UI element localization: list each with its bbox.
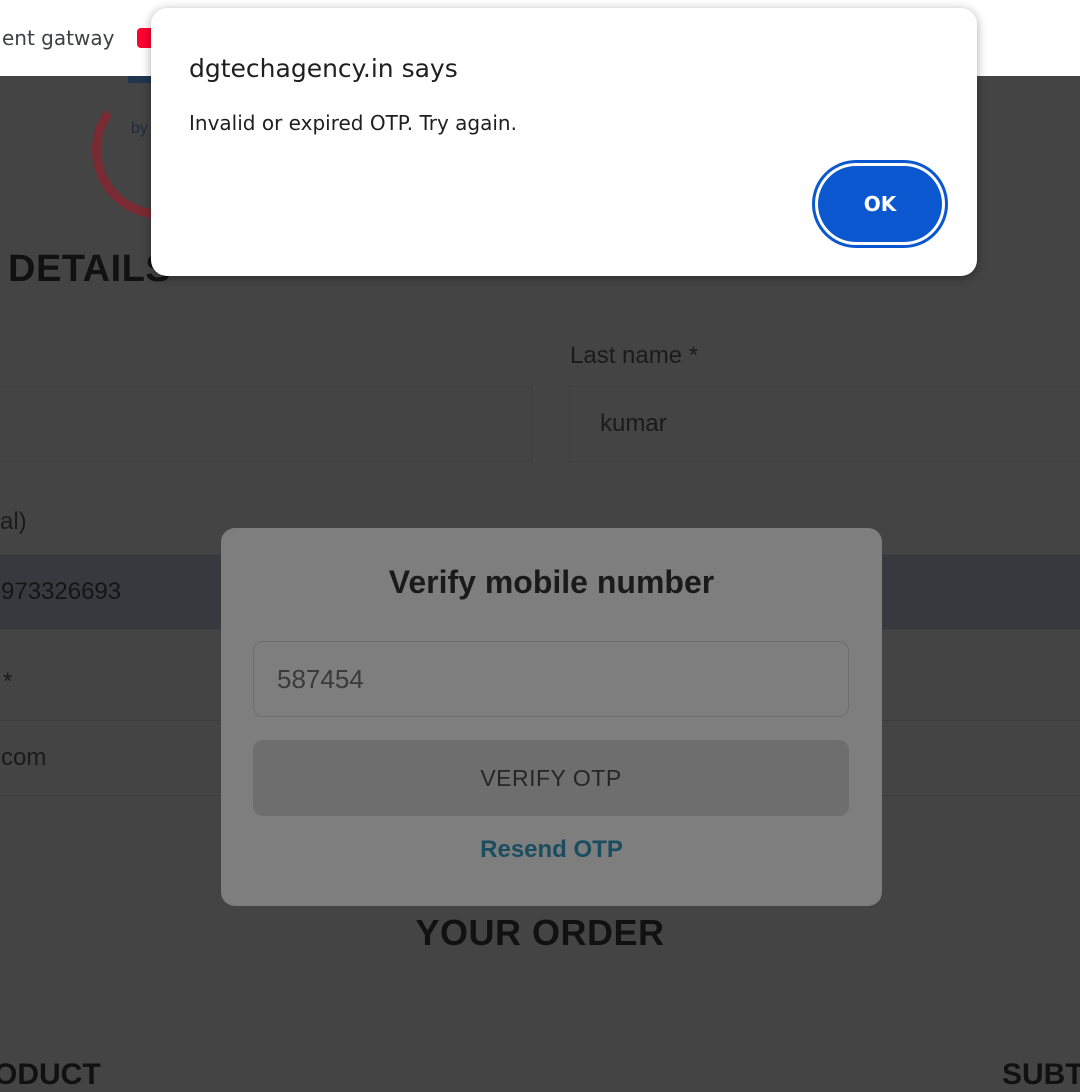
product-column-header: ODUCT [0, 1058, 101, 1091]
alert-title: dgtechagency.in says [189, 54, 458, 83]
subtotal-column-header: SUBT [1002, 1058, 1080, 1091]
last-name-field[interactable]: kumar [569, 386, 1080, 462]
email-value: com [1, 744, 47, 771]
otp-value: 587454 [277, 663, 364, 694]
resend-otp-link[interactable]: Resend OTP [221, 836, 882, 864]
alert-message: Invalid or expired OTP. Try again. [189, 111, 517, 135]
ok-button[interactable]: OK [818, 166, 942, 242]
phone-label: al) [0, 508, 27, 535]
otp-input[interactable]: 587454 [253, 641, 849, 717]
verify-otp-button[interactable]: VERIFY OTP [253, 740, 849, 816]
verify-otp-modal: Verify mobile number 587454 VERIFY OTP R… [221, 528, 882, 906]
last-name-value: kumar [600, 410, 667, 437]
logo-text: by [131, 120, 148, 137]
your-order-heading: YOUR ORDER [415, 912, 665, 953]
browser-alert-dialog: dgtechagency.in says Invalid or expired … [151, 8, 977, 276]
otp-modal-title: Verify mobile number [388, 564, 715, 600]
billing-details-heading: DETAILS [8, 248, 172, 290]
phone-value: 973326693 [1, 578, 122, 605]
bookmark-payment-gateway[interactable]: ent gatway [2, 26, 114, 50]
first-name-field[interactable] [0, 386, 532, 462]
email-label: * [3, 668, 13, 695]
last-name-label: Last name * [570, 342, 699, 369]
